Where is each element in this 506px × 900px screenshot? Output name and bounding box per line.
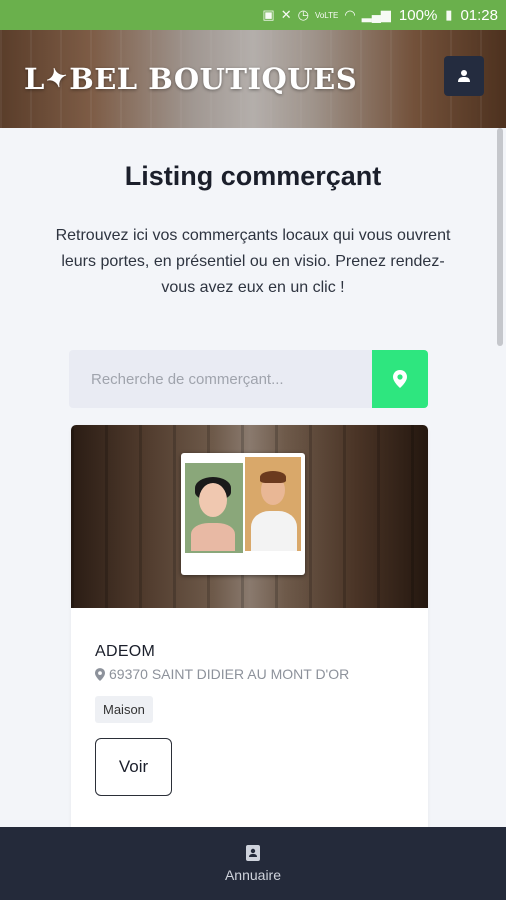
illustration-woman-body: [191, 523, 235, 551]
status-icons: ▣ ✕ ◷ VoLTE ◠ ▂▄▆: [262, 7, 391, 23]
listing-image: [71, 425, 428, 608]
page-description: Retrouvez ici vos commerçants locaux qui…: [55, 227, 451, 296]
category-tag: Maison: [95, 696, 153, 723]
logo-text-part2: BEL BOUTIQUES: [69, 62, 358, 96]
mute-icon: ✕: [280, 7, 292, 22]
user-icon: [458, 70, 470, 82]
listing-address-text: 69370 SAINT DIDIER AU MONT D'OR: [109, 666, 350, 682]
location-pin-icon: [393, 370, 407, 388]
bottom-navigation: Annuaire: [0, 827, 506, 900]
star-icon: ✦: [42, 61, 72, 97]
app-logo[interactable]: L ✦ BEL BOUTIQUES: [24, 61, 358, 97]
listing-card: ADEOM 69370 SAINT DIDIER AU MONT D'OR Ma…: [71, 425, 428, 828]
listing-logo-illustration: [181, 453, 305, 575]
illustration-woman-face: [199, 483, 227, 517]
location-button[interactable]: [372, 350, 428, 408]
search-input[interactable]: [69, 350, 372, 408]
nav-item-annuaire[interactable]: Annuaire: [224, 844, 282, 883]
alarm-icon: ◷: [297, 7, 309, 22]
scrollbar[interactable]: [497, 128, 503, 346]
page-title: Listing commerçant: [124, 161, 382, 191]
search-bar: [69, 350, 428, 408]
header-banner: L ✦ BEL BOUTIQUES: [0, 30, 506, 128]
listing-address: 69370 SAINT DIDIER AU MONT D'OR: [95, 666, 349, 682]
nav-item-label: Annuaire: [224, 866, 282, 883]
volte-icon: VoLTE: [314, 10, 339, 20]
map-marker-icon: [95, 667, 105, 681]
battery-icon: ▮: [445, 7, 453, 22]
view-button[interactable]: Voir: [95, 738, 172, 796]
main-content: Listing commerçant Retrouvez ici vos com…: [0, 128, 506, 828]
wifi-icon: ◠: [344, 7, 356, 22]
clock: 01:28: [460, 6, 498, 24]
address-book-icon: [245, 844, 260, 861]
listing-name: ADEOM: [95, 643, 156, 660]
illustration-man-hair: [260, 471, 286, 483]
illustration-man-body: [251, 511, 297, 551]
battery-percentage: 100%: [398, 6, 438, 24]
notification-icon: ▣: [262, 7, 275, 22]
status-bar: ▣ ✕ ◷ VoLTE ◠ ▂▄▆ 100% ▮ 01:28: [0, 0, 506, 30]
signal-icon: ▂▄▆: [361, 7, 391, 22]
user-account-button[interactable]: [444, 56, 484, 96]
